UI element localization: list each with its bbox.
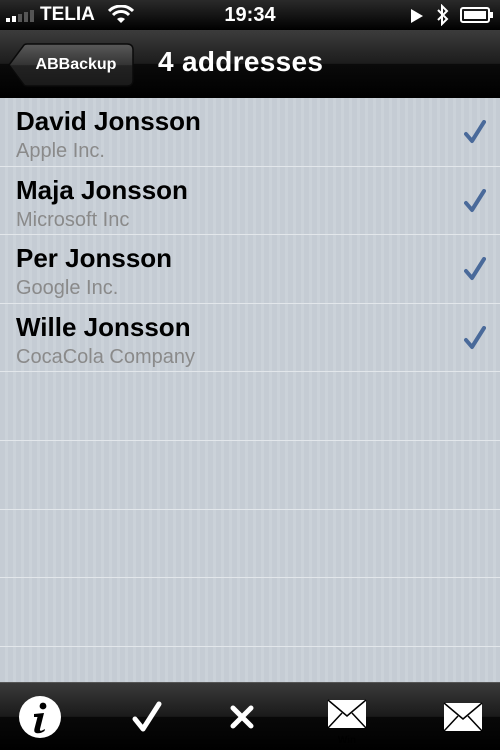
- uncheck-all-button[interactable]: [218, 683, 266, 750]
- list-item[interactable]: Wille Jonsson CocaCola Company: [0, 304, 500, 373]
- empty-row: [0, 441, 500, 510]
- empty-row: [0, 372, 500, 441]
- check-all-button[interactable]: [122, 683, 172, 750]
- win-label: Win: [337, 735, 357, 746]
- contact-name: Maja Jonsson: [16, 174, 188, 205]
- checkmark-icon: [464, 120, 486, 143]
- contact-name: David Jonsson: [16, 106, 201, 136]
- checkmark-icon: [132, 701, 162, 732]
- empty-row: [0, 647, 500, 682]
- page-title: 4 addresses: [158, 46, 324, 77]
- bottom-toolbar: Win: [0, 682, 500, 750]
- battery-icon: [460, 7, 493, 23]
- clock: 19:34: [224, 4, 276, 26]
- list-item[interactable]: Maja Jonsson Microsoft Inc: [0, 167, 500, 236]
- empty-row: [0, 510, 500, 579]
- bluetooth-icon: [437, 4, 449, 26]
- checkmark-icon: [464, 188, 486, 212]
- envelope-icon: [327, 699, 367, 729]
- mail-button[interactable]: [440, 683, 486, 750]
- checkmark-icon: [464, 325, 486, 349]
- contact-company: Microsoft Inc: [16, 208, 130, 231]
- list-item[interactable]: Per Jonsson Google Inc.: [0, 235, 500, 304]
- info-icon: [19, 696, 61, 738]
- contact-company: Apple Inc.: [16, 140, 105, 162]
- navigation-bar: ABBackup 4 addresses: [0, 30, 500, 98]
- back-button[interactable]: ABBackup: [8, 43, 134, 87]
- play-icon: [411, 9, 423, 23]
- contact-company: CocaCola Company: [16, 345, 195, 368]
- mail-win-icon: Win: [327, 695, 367, 746]
- contact-company: Google Inc.: [16, 277, 119, 300]
- status-bar: TELIA 19:34: [0, 0, 500, 30]
- empty-row: [0, 578, 500, 647]
- list-item[interactable]: David Jonsson Apple Inc.: [0, 98, 500, 167]
- mail-icon: [443, 702, 483, 732]
- contact-list: David Jonsson Apple Inc. Maja Jonsson Mi…: [0, 98, 500, 682]
- contact-name: Wille Jonsson: [16, 311, 191, 342]
- mail-win-button[interactable]: Win: [322, 683, 372, 750]
- checkmark-icon: [464, 257, 486, 281]
- info-button[interactable]: [14, 683, 66, 750]
- contact-name: Per Jonsson: [16, 243, 173, 274]
- x-icon: [230, 705, 254, 729]
- back-button-label: ABBackup: [35, 56, 117, 73]
